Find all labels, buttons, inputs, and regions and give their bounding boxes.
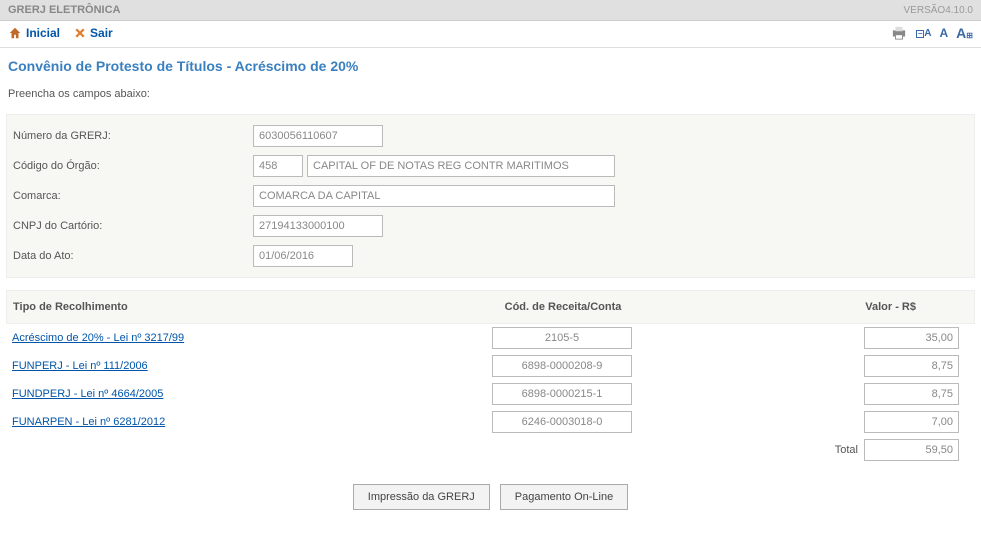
total-row: Total: [6, 436, 975, 464]
print-grerj-button[interactable]: Impressão da GRERJ: [353, 484, 490, 510]
tipo-link[interactable]: FUNARPEN - Lei nº 6281/2012: [12, 416, 165, 428]
tipo-link[interactable]: FUNDPERJ - Lei nº 4664/2005: [12, 388, 163, 400]
orgao-code-input[interactable]: [253, 155, 303, 177]
nav-exit-label: Sair: [90, 26, 113, 40]
grerj-label: Número da GRERJ:: [13, 130, 253, 142]
app-title: GRERJ ELETRÔNICA: [8, 4, 120, 16]
form-panel: Número da GRERJ: Código do Órgão: Comarc…: [6, 114, 975, 278]
table-row: FUNDPERJ - Lei nº 4664/2005: [6, 380, 975, 408]
page-title: Convênio de Protesto de Títulos - Acrésc…: [0, 48, 981, 88]
grerj-input[interactable]: [253, 125, 383, 147]
version-label: VERSÃO4.10.0: [904, 5, 973, 16]
cod-input[interactable]: [492, 355, 632, 377]
comarca-input[interactable]: [253, 185, 615, 207]
pay-online-button[interactable]: Pagamento On-Line: [500, 484, 628, 510]
tipo-link[interactable]: FUNPERJ - Lei nº 111/2006: [12, 360, 148, 372]
font-decrease-button[interactable]: −A: [916, 28, 931, 39]
font-reset-button[interactable]: A: [940, 26, 949, 40]
col-header-valor: Valor - R$: [713, 301, 968, 313]
total-value-input: [864, 439, 959, 461]
total-label: Total: [835, 444, 858, 456]
valor-input[interactable]: [864, 383, 959, 405]
cod-input[interactable]: [492, 411, 632, 433]
table-row: FUNPERJ - Lei nº 111/2006: [6, 352, 975, 380]
cod-input[interactable]: [492, 383, 632, 405]
col-header-tipo: Tipo de Recolhimento: [13, 301, 413, 313]
orgao-name-input[interactable]: [307, 155, 615, 177]
table-header: Tipo de Recolhimento Cód. de Receita/Con…: [6, 290, 975, 324]
cnpj-input[interactable]: [253, 215, 383, 237]
print-icon[interactable]: [890, 26, 908, 40]
nav-exit[interactable]: Sair: [74, 26, 113, 40]
data-ato-input[interactable]: [253, 245, 353, 267]
table-row: FUNARPEN - Lei nº 6281/2012: [6, 408, 975, 436]
cnpj-label: CNPJ do Cartório:: [13, 220, 253, 232]
font-increase-button[interactable]: A⊞: [956, 25, 973, 41]
comarca-label: Comarca:: [13, 190, 253, 202]
valor-input[interactable]: [864, 327, 959, 349]
nav-home[interactable]: Inicial: [8, 26, 60, 40]
table-row: Acréscimo de 20% - Lei nº 3217/99: [6, 324, 975, 352]
valor-input[interactable]: [864, 355, 959, 377]
close-icon: [74, 27, 86, 39]
valor-input[interactable]: [864, 411, 959, 433]
nav-home-label: Inicial: [26, 26, 60, 40]
orgao-label: Código do Órgão:: [13, 160, 253, 172]
home-icon: [8, 26, 22, 40]
data-ato-label: Data do Ato:: [13, 250, 253, 262]
col-header-cod: Cód. de Receita/Conta: [413, 301, 713, 313]
recolhimento-table: Tipo de Recolhimento Cód. de Receita/Con…: [6, 290, 975, 464]
intro-text: Preencha os campos abaixo:: [0, 88, 981, 114]
tipo-link[interactable]: Acréscimo de 20% - Lei nº 3217/99: [12, 332, 184, 344]
cod-input[interactable]: [492, 327, 632, 349]
